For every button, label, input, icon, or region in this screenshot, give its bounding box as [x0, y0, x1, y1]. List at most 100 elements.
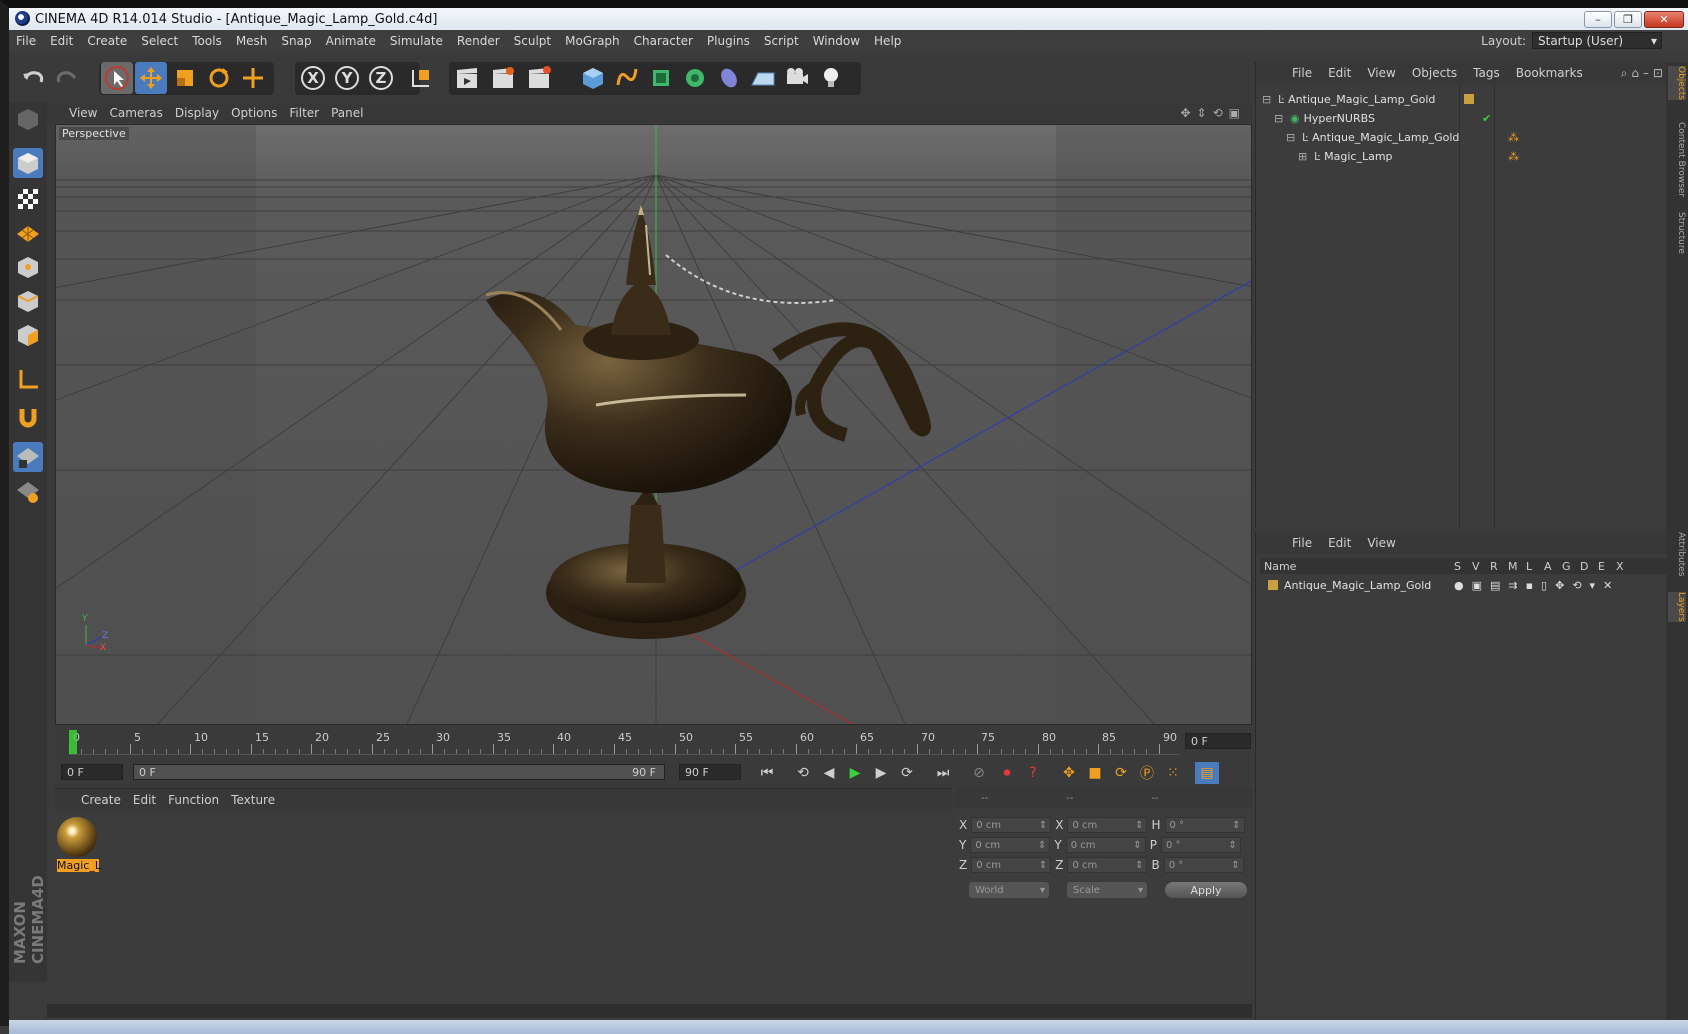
object-menu-edit[interactable]: Edit: [1320, 66, 1359, 80]
next-frame-button[interactable]: ▶: [869, 762, 893, 784]
workplane-mode-button[interactable]: [13, 218, 43, 248]
coord-mode-dropdown[interactable]: World ▾: [969, 882, 1049, 898]
add-array-button[interactable]: [679, 62, 711, 94]
coordinate-system-button[interactable]: [405, 62, 437, 94]
rotation-p-field[interactable]: 0 ° ⇕: [1160, 837, 1241, 853]
end-frame-field[interactable]: 90 F: [679, 764, 741, 780]
perspective-viewport[interactable]: Perspective Y Z X: [55, 124, 1252, 725]
close-button[interactable]: ✕: [1644, 11, 1684, 28]
autokey-button[interactable]: ⏺: [995, 762, 1019, 784]
menu-create[interactable]: Create: [80, 34, 134, 48]
menu-render[interactable]: Render: [450, 34, 507, 48]
points-mode-button[interactable]: [13, 252, 43, 282]
timeline-button[interactable]: ▤: [1195, 762, 1219, 784]
layer-toggle-icons[interactable]: ●▣▤⇉▪▯✥⟲▾✕: [1454, 579, 1620, 592]
layer-row[interactable]: Antique_Magic_Lamp_Gold ●▣▤⇉▪▯✥⟲▾✕: [1262, 576, 1662, 594]
key-parameter-button[interactable]: Ⓟ: [1135, 762, 1159, 784]
workplane-lock-button[interactable]: [13, 442, 43, 472]
object-menu-bookmarks[interactable]: Bookmarks: [1508, 66, 1591, 80]
object-menu-objects[interactable]: Objects: [1404, 66, 1465, 80]
size-x-field[interactable]: 0 cm ⇕: [1067, 817, 1148, 833]
tab-structure[interactable]: Structure: [1668, 212, 1686, 254]
object-menu-view[interactable]: View: [1359, 66, 1403, 80]
enabled-check-icon[interactable]: ✔: [1482, 112, 1491, 125]
planar-workplane-button[interactable]: [13, 476, 43, 506]
size-mode-dropdown[interactable]: Scale ▾: [1067, 882, 1147, 898]
position-z-field[interactable]: 0 cm ⇕: [971, 857, 1052, 873]
tab-objects[interactable]: Objects: [1668, 66, 1686, 101]
menu-mesh[interactable]: Mesh: [229, 34, 275, 48]
size-z-field[interactable]: 0 cm ⇕: [1067, 857, 1148, 873]
menu-script[interactable]: Script: [757, 34, 806, 48]
layer-menu-file[interactable]: File: [1284, 536, 1320, 550]
menu-character[interactable]: Character: [627, 34, 700, 48]
axis-mode-button[interactable]: [13, 364, 43, 394]
render-picture-viewer-button[interactable]: [487, 62, 519, 94]
menu-sculpt[interactable]: Sculpt: [507, 34, 558, 48]
key-rotation-button[interactable]: ⟳: [1109, 762, 1133, 784]
keyframe-selection-button[interactable]: ?: [1021, 762, 1045, 784]
move-tool-button[interactable]: [135, 62, 167, 94]
play-button[interactable]: ▶: [843, 762, 867, 784]
viewport-menu-view[interactable]: View: [63, 106, 103, 120]
tree-item[interactable]: ⊟ ◉ HyperNURBS ✔: [1262, 109, 1662, 127]
add-cube-button[interactable]: [577, 62, 609, 94]
playhead[interactable]: [69, 730, 77, 754]
minimize-button[interactable]: –: [1584, 11, 1612, 28]
menu-edit[interactable]: Edit: [43, 34, 80, 48]
tree-item[interactable]: ⊟ Ŀ Antique_Magic_Lamp_Gold: [1262, 90, 1662, 108]
key-pla-button[interactable]: ⁙: [1161, 762, 1185, 784]
prev-frame-button[interactable]: ◀: [817, 762, 841, 784]
render-view-button[interactable]: [451, 62, 483, 94]
layout-dropdown[interactable]: Startup (User) ▾: [1532, 32, 1662, 49]
live-selection-button[interactable]: [101, 62, 133, 94]
redo-button[interactable]: [51, 62, 83, 94]
material-menu-create[interactable]: Create: [75, 793, 127, 807]
tab-layers[interactable]: Layers: [1668, 592, 1686, 622]
x-axis-lock-button[interactable]: X: [297, 62, 329, 94]
render-settings-button[interactable]: [523, 62, 555, 94]
position-y-field[interactable]: 0 cm ⇕: [970, 837, 1051, 853]
object-menu-file[interactable]: File: [1284, 66, 1320, 80]
polygons-mode-button[interactable]: [13, 320, 43, 350]
add-light-button[interactable]: [815, 62, 847, 94]
tree-item[interactable]: ⊟ Ŀ Antique_Magic_Lamp_Gold ⁂: [1262, 128, 1662, 146]
texture-mode-button[interactable]: [13, 184, 43, 214]
viewport-menu-cameras[interactable]: Cameras: [103, 106, 168, 120]
menu-animate[interactable]: Animate: [319, 34, 383, 48]
z-axis-lock-button[interactable]: Z: [365, 62, 397, 94]
material-menu-function[interactable]: Function: [162, 793, 225, 807]
viewport-menu-filter[interactable]: Filter: [283, 106, 325, 120]
material-swatch[interactable]: Magic_L: [57, 817, 101, 875]
current-frame-field[interactable]: 0 F: [1185, 733, 1251, 749]
viewport-menu-options[interactable]: Options: [225, 106, 283, 120]
layer-menu-edit[interactable]: Edit: [1320, 536, 1359, 550]
menu-select[interactable]: Select: [134, 34, 185, 48]
menu-tools[interactable]: Tools: [185, 34, 229, 48]
size-y-field[interactable]: 0 cm ⇕: [1065, 837, 1146, 853]
add-deformer-button[interactable]: [713, 62, 745, 94]
tree-item[interactable]: ⊞ Ŀ Magic_Lamp ⁂: [1262, 147, 1662, 165]
apply-button[interactable]: Apply: [1165, 882, 1247, 898]
add-nurbs-button[interactable]: [645, 62, 677, 94]
start-frame-field[interactable]: 0 F: [61, 764, 123, 780]
menu-window[interactable]: Window: [806, 34, 867, 48]
make-editable-button[interactable]: [13, 104, 43, 134]
rotate-tool-button[interactable]: [203, 62, 235, 94]
edges-mode-button[interactable]: [13, 286, 43, 316]
record-keys-button[interactable]: ⊘: [967, 762, 991, 784]
transform-tool-button[interactable]: [237, 62, 269, 94]
key-position-button[interactable]: ✥: [1057, 762, 1081, 784]
maximize-button[interactable]: ❐: [1614, 11, 1642, 28]
layer-menu-view[interactable]: View: [1359, 536, 1403, 550]
tab-content-browser[interactable]: Content Browser: [1668, 122, 1686, 197]
scale-tool-button[interactable]: [169, 62, 201, 94]
material-tag-icon[interactable]: ⁂: [1508, 150, 1519, 163]
undo-button[interactable]: [17, 62, 49, 94]
rotation-b-field[interactable]: 0 ° ⇕: [1163, 857, 1244, 873]
position-x-field[interactable]: 0 cm ⇕: [971, 817, 1052, 833]
rotation-h-field[interactable]: 0 ° ⇕: [1164, 817, 1245, 833]
menu-plugins[interactable]: Plugins: [700, 34, 757, 48]
viewport-nav-icons[interactable]: ✥⇕⟲▣: [1180, 106, 1246, 120]
object-menu-tags[interactable]: Tags: [1465, 66, 1508, 80]
